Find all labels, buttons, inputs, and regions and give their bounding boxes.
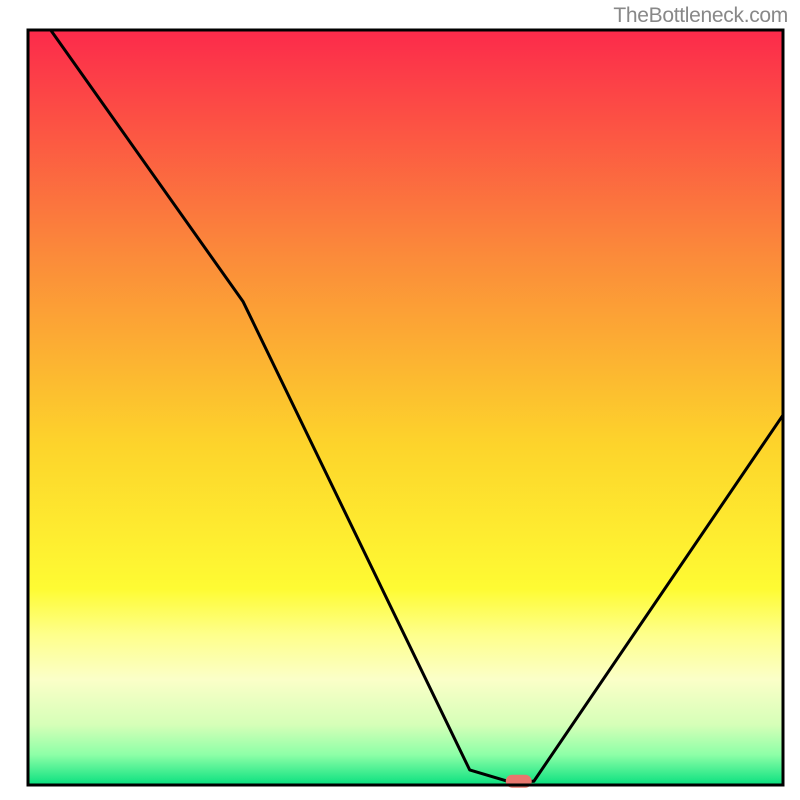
chart-container: TheBottleneck.com	[0, 0, 800, 800]
attribution-label: TheBottleneck.com	[613, 4, 788, 28]
chart-background	[28, 30, 783, 785]
bottleneck-chart	[0, 0, 800, 800]
